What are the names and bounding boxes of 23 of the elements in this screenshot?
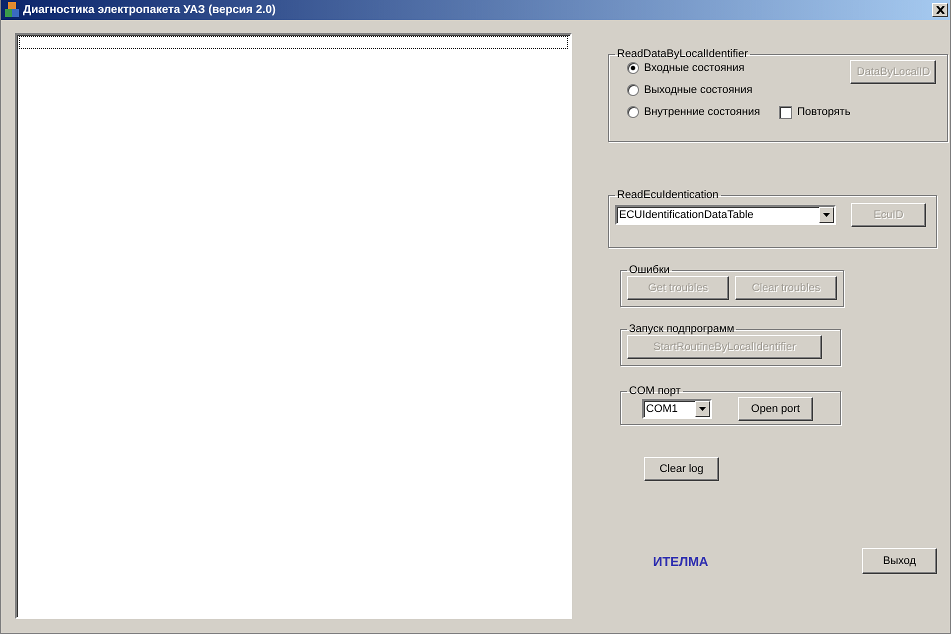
window-title: Диагностика электропакета УАЗ (версия 2.0) [23,4,276,16]
radio-label[interactable]: Внутренние состояния [644,106,760,118]
group-title: COM порт [628,385,682,397]
radio-button[interactable] [627,106,639,118]
clear-log-button[interactable]: Clear log [644,457,719,481]
app-icon [5,2,19,18]
checkbox[interactable] [779,106,792,118]
radio-button[interactable] [627,84,639,96]
radio-label[interactable]: Входные состояния [644,62,744,74]
group-title: ReadEcuIdentication [616,189,720,201]
checkbox-label[interactable]: Повторять [797,106,850,118]
dropdown[interactable]: ECUIdentificationDataTable [615,205,836,225]
group-title: ReadDataByLocalIdentifier [616,49,749,60]
dropdown[interactable]: COM1 [642,399,712,419]
exit-button[interactable]: Выход [862,548,937,574]
brand-logo: ИТЕЛМА [653,554,708,568]
open-port-button[interactable]: Open port [738,397,813,421]
close-icon [936,6,944,14]
group-title: Ошибки [628,264,671,276]
radio-button[interactable] [627,62,639,74]
group-title: Запуск подпрограмм [628,323,736,335]
radio-label[interactable]: Выходные состояния [644,84,752,96]
close-button[interactable] [932,3,948,17]
